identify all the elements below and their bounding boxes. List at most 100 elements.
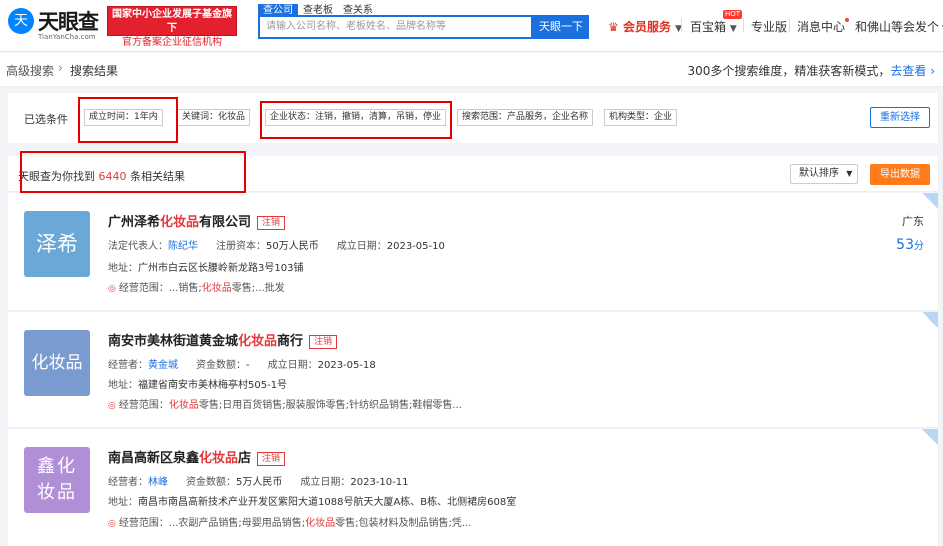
scope-highlight: 化妆品 xyxy=(201,283,232,294)
scope-highlight: 化妆品 xyxy=(305,518,336,529)
corner-fold-icon xyxy=(922,193,938,209)
scope-row: ◎ 经营范围：化妆品零售;日用百货销售;服装服饰零售;针纺织品销售;鞋帽零售... xyxy=(108,396,462,411)
address-label: 地址： xyxy=(108,497,138,508)
scope-row: ◎ 经营范围：...销售;化妆品零售;...批发 xyxy=(108,279,285,294)
corner-fold-icon xyxy=(922,429,938,445)
chevron-right-icon: › xyxy=(930,64,935,78)
annotation-box-count xyxy=(20,151,246,193)
user-name: 和佛山等会发个 xyxy=(855,20,940,34)
scope-highlight: 化妆品 xyxy=(168,400,199,411)
baibao-label: 百宝箱 xyxy=(690,20,727,34)
logo[interactable]: 天 天眼查 TianYanCha.com xyxy=(8,6,102,46)
company-name[interactable]: 南安市美林街道黄金城化妆品商行 注销 xyxy=(108,330,338,349)
company-name-pre: 广州泽希 xyxy=(108,215,161,230)
promo-line2: 官方备案企业征信机构 xyxy=(110,36,234,50)
divider xyxy=(681,18,682,32)
status-badge: 注销 xyxy=(257,452,286,466)
date-label: 成立日期： xyxy=(267,360,318,371)
company-info-row: 经营者：林峰 资金数额：5万人民币 成立日期：2023-10-11 xyxy=(108,473,409,488)
address-label: 地址： xyxy=(108,380,138,391)
status-badge: 注销 xyxy=(257,216,286,230)
company-name-highlight: 化妆品 xyxy=(160,215,200,230)
baibao-menu[interactable]: 百宝箱 ▼ xyxy=(690,18,737,35)
date-label: 成立日期： xyxy=(336,241,387,252)
capital-label: 资金数额： xyxy=(186,477,236,488)
date-label: 成立日期： xyxy=(300,477,351,488)
score-unit: 分 xyxy=(914,241,924,252)
company-name-post: 有限公司 xyxy=(199,215,252,230)
promo-hint: 300多个搜索维度，精准获客新模式，去查看 › xyxy=(687,62,935,79)
company-info-row: 法定代表人：陈纪华 注册资本：50万人民币 成立日期：2023-05-10 xyxy=(108,237,445,252)
scope-row: ◎ 经营范围：...农副产品销售;母婴用品销售;化妆品零售;包装材料及制品销售;凭… xyxy=(108,514,471,529)
logo-title: 天眼查 xyxy=(38,10,99,34)
score-value: 53分 xyxy=(896,237,924,253)
chevron-down-icon: ▼ xyxy=(939,24,943,34)
scope-label: 经营范围： xyxy=(118,518,169,529)
promo-hint-text: 300多个搜索维度，精准获客新模式， xyxy=(687,64,891,78)
legal-rep-link[interactable]: 陈纪华 xyxy=(168,241,198,252)
breadcrumb-advanced-search[interactable]: 高级搜索 xyxy=(6,62,54,79)
promo-banner[interactable]: 国家中小企业发展子基金旗下 官方备案企业征信机构 xyxy=(107,6,237,50)
rep-label: 经营者： xyxy=(108,477,148,488)
scope-pre: ...销售; xyxy=(168,283,202,294)
company-card[interactable]: 泽希 广州泽希化妆品有限公司 注销 法定代表人：陈纪华 注册资本：50万人民币 成立日… xyxy=(8,193,938,311)
breadcrumb-current: 搜索结果 xyxy=(70,64,119,78)
company-name-post: 店 xyxy=(238,451,252,466)
divider xyxy=(743,18,744,32)
search-button[interactable]: 天眼一下 xyxy=(533,15,589,39)
address-value: 广州市白云区长腰岭新龙路3号103铺 xyxy=(138,263,304,274)
caret-down-icon: ▼ xyxy=(846,169,853,178)
top-header: 天 天眼查 TianYanCha.com 国家中小企业发展子基金旗下 官方备案企… xyxy=(0,0,943,52)
chevron-right-icon: › xyxy=(58,61,63,75)
company-name-pre: 南昌高新区泉鑫 xyxy=(108,451,200,466)
filter-chip-keyword[interactable]: 关键词：化妆品 xyxy=(177,109,251,126)
search-input[interactable]: 请输入公司名称、老板姓名、品牌名称等 xyxy=(258,15,533,39)
address-row: 地址：福建省南安市美林梅亭村505-1号 xyxy=(108,376,287,391)
operator-link[interactable]: 黄金城 xyxy=(148,360,178,371)
company-avatar[interactable]: 化妆品 xyxy=(24,330,90,396)
sort-dropdown[interactable]: 默认排序 ▼ xyxy=(790,164,858,184)
sort-label: 默认排序 xyxy=(799,168,839,179)
scope-pre: ...农副产品销售;母婴用品销售; xyxy=(168,518,306,529)
founded-date: 2023-05-18 xyxy=(317,360,376,371)
company-name[interactable]: 南昌高新区泉鑫化妆品店 注销 xyxy=(108,447,286,466)
scope-icon: ◎ xyxy=(108,284,116,294)
go-view-link[interactable]: 去查看 xyxy=(890,64,926,78)
promo-line1: 国家中小企业发展子基金旗下 xyxy=(112,9,232,34)
company-card[interactable]: 鑫化妆品 南昌高新区泉鑫化妆品店 注销 经营者：林峰 资金数额：5万人民币 成立日期：… xyxy=(8,429,938,546)
scope-post: 零售;包装材料及制品销售;凭... xyxy=(335,518,472,529)
vip-crown-icon: ♛ xyxy=(608,20,619,34)
company-info-row: 经营者：黄金城 资金数额：- 成立日期：2023-05-18 xyxy=(108,356,376,371)
founded-date: 2023-10-11 xyxy=(350,477,409,488)
company-name-highlight: 化妆品 xyxy=(238,334,278,349)
filter-chip-scope[interactable]: 搜索范围：产品服务，企业名称 xyxy=(457,109,594,126)
capital-label: 注册资本： xyxy=(216,241,266,252)
hot-badge: HOT xyxy=(723,10,743,19)
company-name[interactable]: 广州泽希化妆品有限公司 注销 xyxy=(108,211,286,230)
filter-chip-org-type[interactable]: 机构类型：企业 xyxy=(604,109,678,126)
search-tabs: 查公司 查老板 查关系 xyxy=(258,2,378,17)
company-name-post: 商行 xyxy=(277,334,304,349)
score-number: 53 xyxy=(896,237,914,253)
company-avatar[interactable]: 鑫化妆品 xyxy=(24,447,90,513)
company-avatar[interactable]: 泽希 xyxy=(24,211,90,277)
corner-fold-icon xyxy=(922,312,938,328)
address-value: 南昌市南昌高新技术产业开发区紫阳大道1088号航天大厦A栋、B栋、北侧裙房608… xyxy=(138,497,517,508)
address-value: 福建省南安市美林梅亭村505-1号 xyxy=(138,380,288,391)
filters-label: 已选条件 xyxy=(24,113,68,126)
export-data-button[interactable]: 导出数据 xyxy=(870,164,930,185)
chevron-down-icon: ▼ xyxy=(729,24,737,34)
capital-value: 50万人民币 xyxy=(266,241,319,252)
scope-icon: ◎ xyxy=(108,401,116,411)
vip-service-menu[interactable]: ♛ 会员服务 ▼ xyxy=(608,18,682,35)
address-row: 地址：南昌市南昌高新技术产业开发区紫阳大道1088号航天大厦A栋、B栋、北侧裙房… xyxy=(108,493,516,508)
scope-label: 经营范围： xyxy=(118,400,169,411)
reset-filters-button[interactable]: 重新选择 xyxy=(870,107,930,128)
message-center-link[interactable]: 消息中心 xyxy=(797,18,845,35)
company-name-pre: 南安市美林街道黄金城 xyxy=(108,334,239,349)
company-card[interactable]: 化妆品 南安市美林街道黄金城化妆品商行 注销 经营者：黄金城 资金数额：- 成立日期：… xyxy=(8,312,938,428)
pro-version-link[interactable]: 专业版 xyxy=(751,18,787,35)
vip-label: 会员服务 xyxy=(622,20,671,34)
user-menu[interactable]: 和佛山等会发个 ▼ xyxy=(855,18,943,35)
operator-link[interactable]: 林峰 xyxy=(148,477,168,488)
